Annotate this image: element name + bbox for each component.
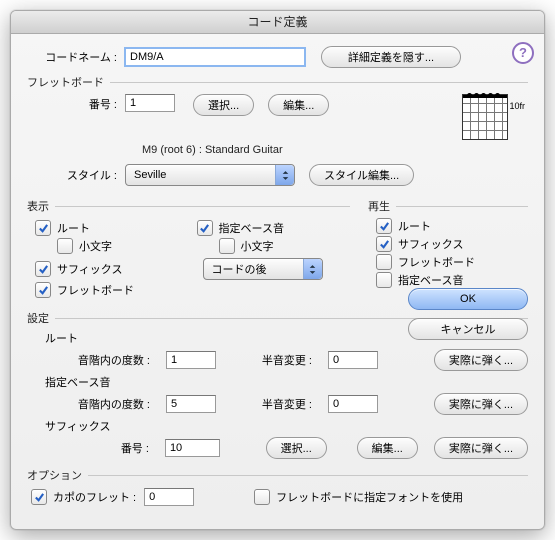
settings-section-title: 設定 (27, 310, 49, 326)
bass-degree-label: 音階内の度数 : (45, 396, 150, 412)
display-root-label: ルート (57, 220, 90, 236)
root-half-label: 半音変更 : (252, 352, 312, 368)
style-select[interactable]: Seville (125, 164, 295, 186)
display-suffix-label: サフィックス (57, 261, 122, 277)
settings-bass-label: 指定ベース音 (45, 374, 528, 390)
capo-label: カポのフレット : (53, 489, 136, 505)
play-suffix-label: サフィックス (398, 236, 463, 252)
capo-checkbox[interactable] (31, 489, 47, 505)
suffix-number-input[interactable] (165, 439, 220, 457)
fret-position-label: 10fr (509, 101, 525, 111)
play-suffix-checkbox[interactable] (376, 236, 392, 252)
display-suffix-checkbox[interactable] (35, 261, 51, 277)
play-root-checkbox[interactable] (376, 218, 392, 234)
code-name-label: コードネーム : (27, 49, 117, 65)
play-fretboard-checkbox[interactable] (376, 254, 392, 270)
fretboard-select-button[interactable]: 選択... (193, 94, 254, 116)
bass-half-input[interactable] (328, 395, 378, 413)
fretboard-edit-button[interactable]: 編集... (268, 94, 329, 116)
fretboard-info: M9 (root 6) : Standard Guitar (142, 144, 283, 156)
fretboard-diagram: 10fr (462, 94, 508, 140)
root-degree-input[interactable] (166, 351, 216, 369)
display-root-lowercase-label: 小文字 (79, 238, 112, 254)
display-root-checkbox[interactable] (35, 220, 51, 236)
style-select-value: Seville (134, 169, 267, 181)
titlebar: コード定義 (11, 11, 544, 34)
play-fretboard-label: フレットボード (398, 254, 475, 270)
chord-definition-dialog: コード定義 ? コードネーム : 詳細定義を隠す... フレットボード 番号 :… (10, 10, 545, 530)
code-name-input[interactable] (125, 48, 305, 66)
settings-suffix-label: サフィックス (45, 418, 528, 434)
display-root-lowercase-checkbox[interactable] (57, 238, 73, 254)
bass-degree-input[interactable] (166, 395, 216, 413)
hide-advanced-button[interactable]: 詳細定義を隠す... (321, 46, 461, 68)
fretboard-number-input[interactable] (125, 94, 175, 112)
use-font-label: フレットボードに指定フォントを使用 (276, 489, 463, 505)
display-bass-checkbox[interactable] (197, 220, 213, 236)
display-bass-label: 指定ベース音 (219, 220, 284, 236)
display-bass-lowercase-checkbox[interactable] (219, 238, 235, 254)
suffix-select-button[interactable]: 選択... (266, 437, 327, 459)
root-degree-label: 音階内の度数 : (45, 352, 150, 368)
play-section-title: 再生 (368, 198, 390, 214)
display-bass-lowercase-label: 小文字 (241, 238, 274, 254)
root-play-button[interactable]: 実際に弾く... (434, 349, 528, 371)
play-bass-checkbox[interactable] (376, 272, 392, 288)
display-fretboard-label: フレットボード (57, 282, 134, 298)
option-section-title: オプション (27, 467, 82, 483)
suffix-play-button[interactable]: 実際に弾く... (434, 437, 528, 459)
select-arrows-icon (303, 259, 322, 279)
bass-half-label: 半音変更 : (252, 396, 312, 412)
fretboard-number-label: 番号 : (27, 94, 117, 112)
display-section-title: 表示 (27, 198, 49, 214)
ok-button[interactable]: OK (408, 288, 528, 310)
suffix-edit-button[interactable]: 編集... (357, 437, 418, 459)
use-font-checkbox[interactable] (254, 489, 270, 505)
style-label: スタイル : (27, 167, 117, 183)
capo-input[interactable] (144, 488, 194, 506)
style-edit-button[interactable]: スタイル編集... (309, 164, 414, 186)
help-button[interactable]: ? (512, 42, 534, 64)
bass-play-button[interactable]: 実際に弾く... (434, 393, 528, 415)
suffix-position-select[interactable]: コードの後 (203, 258, 323, 280)
suffix-number-label: 番号 : (45, 440, 149, 456)
fretboard-section-title: フレットボード (27, 74, 104, 90)
play-bass-label: 指定ベース音 (398, 272, 463, 288)
display-fretboard-checkbox[interactable] (35, 282, 51, 298)
select-arrows-icon (275, 165, 294, 185)
cancel-button[interactable]: キャンセル (408, 318, 528, 340)
window-title: コード定義 (247, 15, 307, 29)
root-half-input[interactable] (328, 351, 378, 369)
play-root-label: ルート (398, 218, 431, 234)
suffix-position-value: コードの後 (212, 261, 295, 277)
